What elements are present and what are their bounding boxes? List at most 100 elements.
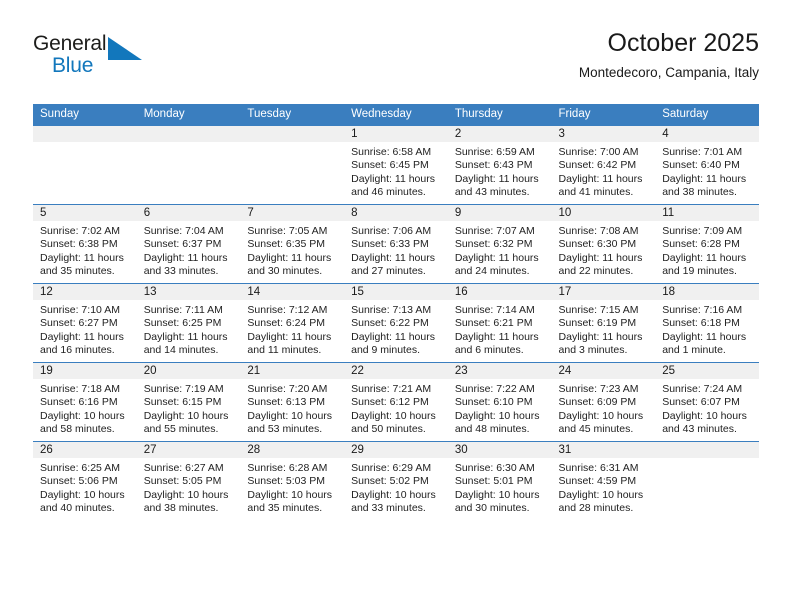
calendar-day-cell[interactable]: 8 Sunrise: 7:06 AM Sunset: 6:33 PM Dayli… <box>344 204 448 284</box>
calendar-day-cell[interactable]: 13 Sunrise: 7:11 AM Sunset: 6:25 PM Dayl… <box>136 283 241 363</box>
daylight-text-line1: Daylight: 10 hours <box>247 488 333 501</box>
day-details: Sunrise: 6:27 AM Sunset: 5:05 PM Dayligh… <box>137 458 241 515</box>
sunrise-text: Sunrise: 7:22 AM <box>454 383 535 395</box>
daylight-text-line2: and 35 minutes. <box>40 264 115 277</box>
daylight-text-line1: Daylight: 10 hours <box>662 409 747 422</box>
calendar-day-cell[interactable]: 24 Sunrise: 7:23 AM Sunset: 6:09 PM Dayl… <box>551 362 656 442</box>
brand-name-general: General <box>33 32 107 55</box>
weekday-header-friday: Friday <box>551 104 656 126</box>
calendar-day-cell[interactable]: 9 Sunrise: 7:07 AM Sunset: 6:32 PM Dayli… <box>447 204 552 284</box>
daylight-text-line2: and 38 minutes. <box>143 501 219 514</box>
sunset-text: Sunset: 6:35 PM <box>247 238 326 251</box>
daylight-text-line2: and 30 minutes. <box>454 501 530 514</box>
day-number: 14 <box>240 284 345 300</box>
sunset-text: Sunset: 6:15 PM <box>143 396 222 409</box>
calendar-day-cell[interactable]: 27 Sunrise: 6:27 AM Sunset: 5:05 PM Dayl… <box>136 441 241 520</box>
calendar-day-cell[interactable]: 30 Sunrise: 6:30 AM Sunset: 5:01 PM Dayl… <box>447 441 552 520</box>
calendar-day-cell[interactable]: 23 Sunrise: 7:22 AM Sunset: 6:10 PM Dayl… <box>447 362 552 442</box>
day-number: 17 <box>551 284 656 300</box>
day-number: 28 <box>240 442 345 458</box>
day-number: 3 <box>551 126 656 142</box>
calendar-day-cell[interactable]: 7 Sunrise: 7:05 AM Sunset: 6:35 PM Dayli… <box>240 204 345 284</box>
calendar-day-cell[interactable]: 4 Sunrise: 7:01 AM Sunset: 6:40 PM Dayli… <box>655 125 759 205</box>
daylight-text-line2: and 33 minutes. <box>351 501 426 514</box>
calendar-day-cell[interactable]: 12 Sunrise: 7:10 AM Sunset: 6:27 PM Dayl… <box>33 283 137 363</box>
sunrise-text: Sunrise: 7:14 AM <box>454 304 535 316</box>
sunrise-text: Sunrise: 7:21 AM <box>351 383 432 395</box>
sunset-text: Sunset: 6:22 PM <box>351 317 429 330</box>
sunset-text: Sunset: 5:05 PM <box>143 475 222 488</box>
daylight-text-line2: and 22 minutes. <box>558 264 634 277</box>
calendar-day-cell[interactable] <box>136 125 241 205</box>
daylight-text-line2: and 35 minutes. <box>247 501 323 514</box>
calendar-day-cell[interactable]: 10 Sunrise: 7:08 AM Sunset: 6:30 PM Dayl… <box>551 204 656 284</box>
day-number: 31 <box>551 442 656 458</box>
sunset-text: Sunset: 4:59 PM <box>558 475 637 488</box>
sunrise-text: Sunrise: 7:20 AM <box>247 383 328 395</box>
calendar-day-cell[interactable]: 28 Sunrise: 6:28 AM Sunset: 5:03 PM Dayl… <box>240 441 345 520</box>
calendar-day-cell[interactable]: 3 Sunrise: 7:00 AM Sunset: 6:42 PM Dayli… <box>551 125 656 205</box>
calendar-day-cell[interactable]: 1 Sunrise: 6:58 AM Sunset: 6:45 PM Dayli… <box>344 125 448 205</box>
weekday-header-thursday: Thursday <box>447 104 552 126</box>
calendar-day-cell[interactable] <box>240 125 345 205</box>
sunset-text: Sunset: 6:30 PM <box>558 238 637 251</box>
sunrise-text: Sunrise: 7:15 AM <box>558 304 639 316</box>
day-number: 12 <box>33 284 137 300</box>
calendar-day-cell[interactable]: 11 Sunrise: 7:09 AM Sunset: 6:28 PM Dayl… <box>655 204 759 284</box>
sunset-text: Sunset: 5:02 PM <box>351 475 429 488</box>
sunrise-text: Sunrise: 7:07 AM <box>454 225 535 237</box>
daylight-text-line1: Daylight: 11 hours <box>558 251 643 264</box>
weekday-header-wednesday: Wednesday <box>344 104 448 126</box>
daylight-text-line1: Daylight: 11 hours <box>143 330 228 343</box>
calendar-day-cell[interactable]: 14 Sunrise: 7:12 AM Sunset: 6:24 PM Dayl… <box>240 283 345 363</box>
day-details: Sunrise: 7:23 AM Sunset: 6:09 PM Dayligh… <box>552 379 656 436</box>
calendar-day-cell[interactable]: 2 Sunrise: 6:59 AM Sunset: 6:43 PM Dayli… <box>447 125 552 205</box>
daylight-text-line1: Daylight: 11 hours <box>558 172 643 185</box>
calendar-day-cell[interactable]: 20 Sunrise: 7:19 AM Sunset: 6:15 PM Dayl… <box>136 362 241 442</box>
day-details: Sunrise: 7:02 AM Sunset: 6:38 PM Dayligh… <box>33 221 137 278</box>
sunrise-text: Sunrise: 6:29 AM <box>351 462 432 474</box>
sunrise-text: Sunrise: 7:01 AM <box>662 146 743 158</box>
daylight-text-line1: Daylight: 11 hours <box>40 330 124 343</box>
day-number <box>136 126 241 142</box>
calendar-day-cell[interactable] <box>33 125 137 205</box>
day-details: Sunrise: 7:01 AM Sunset: 6:40 PM Dayligh… <box>655 142 759 199</box>
day-number: 5 <box>33 205 137 221</box>
brand-logo[interactable]: General Blue <box>33 32 163 88</box>
daylight-text-line1: Daylight: 10 hours <box>143 409 229 422</box>
sunrise-text: Sunrise: 7:11 AM <box>143 304 223 316</box>
calendar-day-cell[interactable]: 22 Sunrise: 7:21 AM Sunset: 6:12 PM Dayl… <box>344 362 448 442</box>
calendar-day-cell[interactable] <box>655 441 759 520</box>
calendar-day-cell[interactable]: 15 Sunrise: 7:13 AM Sunset: 6:22 PM Dayl… <box>344 283 448 363</box>
daylight-text-line1: Daylight: 10 hours <box>40 488 125 501</box>
calendar-day-cell[interactable]: 16 Sunrise: 7:14 AM Sunset: 6:21 PM Dayl… <box>447 283 552 363</box>
calendar-day-cell[interactable]: 6 Sunrise: 7:04 AM Sunset: 6:37 PM Dayli… <box>136 204 241 284</box>
weekday-header-monday: Monday <box>136 104 241 126</box>
day-details: Sunrise: 7:18 AM Sunset: 6:16 PM Dayligh… <box>33 379 137 436</box>
day-details <box>137 142 241 146</box>
calendar-day-cell[interactable]: 29 Sunrise: 6:29 AM Sunset: 5:02 PM Dayl… <box>344 441 448 520</box>
day-details: Sunrise: 7:19 AM Sunset: 6:15 PM Dayligh… <box>137 379 241 436</box>
calendar-day-cell[interactable]: 19 Sunrise: 7:18 AM Sunset: 6:16 PM Dayl… <box>33 362 137 442</box>
calendar-day-cell[interactable]: 31 Sunrise: 6:31 AM Sunset: 4:59 PM Dayl… <box>551 441 656 520</box>
daylight-text-line1: Daylight: 11 hours <box>247 330 332 343</box>
daylight-text-line2: and 43 minutes. <box>454 185 530 198</box>
day-details: Sunrise: 6:25 AM Sunset: 5:06 PM Dayligh… <box>33 458 137 515</box>
calendar-day-cell[interactable]: 5 Sunrise: 7:02 AM Sunset: 6:38 PM Dayli… <box>33 204 137 284</box>
sunrise-text: Sunrise: 7:00 AM <box>558 146 639 158</box>
day-details: Sunrise: 6:28 AM Sunset: 5:03 PM Dayligh… <box>240 458 344 515</box>
calendar-day-cell[interactable]: 21 Sunrise: 7:20 AM Sunset: 6:13 PM Dayl… <box>240 362 345 442</box>
calendar-header-row: Sunday Monday Tuesday Wednesday Thursday… <box>33 104 759 126</box>
calendar-day-cell[interactable]: 26 Sunrise: 6:25 AM Sunset: 5:06 PM Dayl… <box>33 441 137 520</box>
sunrise-text: Sunrise: 7:05 AM <box>247 225 328 237</box>
calendar-day-cell[interactable]: 25 Sunrise: 7:24 AM Sunset: 6:07 PM Dayl… <box>655 362 759 442</box>
daylight-text-line1: Daylight: 11 hours <box>40 251 124 264</box>
sunset-text: Sunset: 6:28 PM <box>662 238 740 251</box>
daylight-text-line1: Daylight: 10 hours <box>454 409 540 422</box>
daylight-text-line1: Daylight: 10 hours <box>40 409 125 422</box>
day-details: Sunrise: 7:12 AM Sunset: 6:24 PM Dayligh… <box>240 300 344 357</box>
sunset-text: Sunset: 6:24 PM <box>247 317 326 330</box>
day-details: Sunrise: 6:59 AM Sunset: 6:43 PM Dayligh… <box>448 142 552 199</box>
calendar-day-cell[interactable]: 17 Sunrise: 7:15 AM Sunset: 6:19 PM Dayl… <box>551 283 656 363</box>
calendar-day-cell[interactable]: 18 Sunrise: 7:16 AM Sunset: 6:18 PM Dayl… <box>655 283 759 363</box>
